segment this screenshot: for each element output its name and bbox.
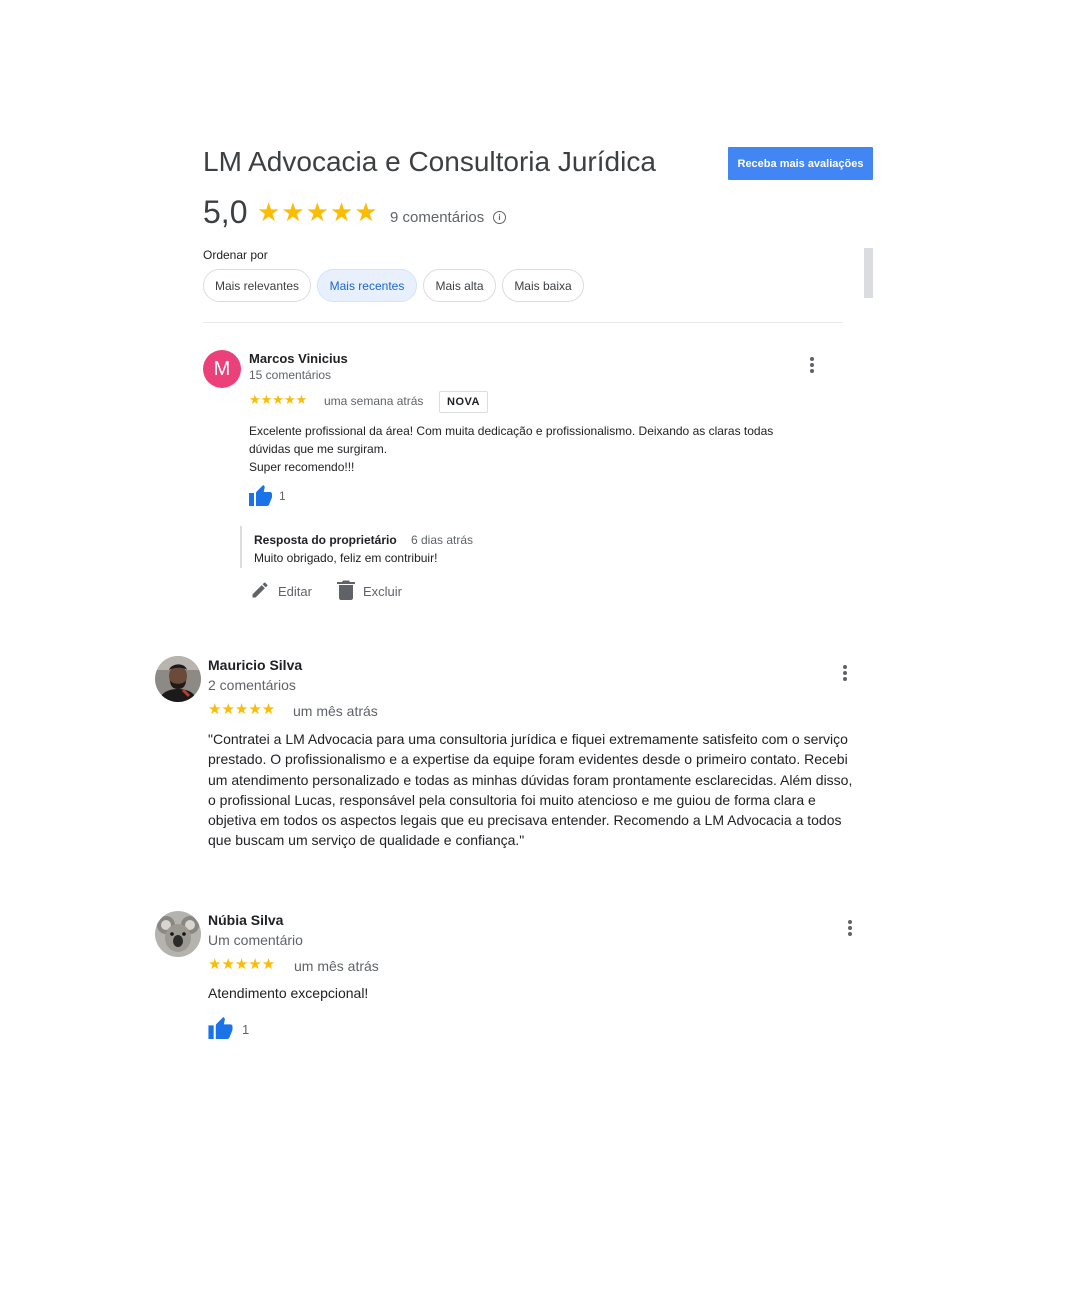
sort-label: Ordenar por (203, 248, 268, 262)
scrollbar-thumb[interactable] (864, 248, 873, 298)
avatar[interactable] (155, 911, 201, 957)
reviewer-name[interactable]: Núbia Silva (208, 912, 283, 928)
sort-chip-lowest[interactable]: Mais baixa (502, 269, 584, 302)
review-text: "Contratei a LM Advocacia para uma consu… (208, 731, 853, 849)
delete-reply-button[interactable]: Excluir (337, 580, 402, 603)
more-options-icon[interactable] (842, 665, 848, 681)
review-text: Excelente profissional da área! Com muit… (249, 424, 774, 474)
pencil-icon (250, 580, 270, 603)
owner-reply-text: Muito obrigado, feliz em contribuir! (254, 551, 438, 565)
sort-chip-most-relevant[interactable]: Mais relevantes (203, 269, 311, 302)
edit-label: Editar (278, 584, 312, 599)
edit-reply-button[interactable]: Editar (250, 580, 312, 603)
review-time: uma semana atrás (324, 394, 424, 408)
more-options-icon[interactable] (809, 357, 815, 373)
reviewer-review-count: 15 comentários (249, 368, 332, 382)
owner-reply-label: Resposta do proprietário (254, 533, 397, 547)
reviewer-review-count: 2 comentários (208, 677, 296, 693)
review-stars: ★★★★★ (208, 956, 276, 973)
thumbs-up-icon[interactable] (208, 1016, 234, 1039)
business-title: LM Advocacia e Consultoria Jurídica (203, 146, 656, 177)
like-count: 1 (279, 489, 286, 503)
avatar[interactable] (155, 656, 201, 702)
review-count[interactable]: 9 comentários (390, 209, 484, 226)
new-badge: NOVA (439, 391, 488, 413)
review-time: um mês atrás (293, 703, 378, 719)
reviewer-name[interactable]: Mauricio Silva (208, 657, 302, 673)
sort-chip-highest[interactable]: Mais alta (423, 269, 496, 302)
avatar[interactable]: M (203, 350, 241, 388)
owner-reply-time: 6 dias atrás (411, 533, 474, 547)
reviewer-review-count: Um comentário (208, 932, 303, 948)
reviewer-name[interactable]: Marcos Vinicius (249, 351, 348, 366)
trash-icon (337, 580, 355, 603)
more-options-icon[interactable] (847, 920, 853, 936)
delete-label: Excluir (363, 584, 403, 599)
info-icon[interactable]: i (493, 211, 506, 224)
sort-chip-most-recent[interactable]: Mais recentes (317, 269, 417, 302)
review-time: um mês atrás (294, 958, 379, 974)
reply-divider (240, 526, 242, 568)
thumbs-up-icon[interactable] (249, 484, 273, 506)
average-rating: 5,0 (203, 194, 248, 230)
get-more-reviews-button[interactable]: Receba mais avaliações (728, 147, 873, 180)
divider (203, 322, 843, 323)
like-count: 1 (242, 1022, 250, 1037)
review-stars: ★★★★★ (208, 701, 276, 718)
review-stars: ★★★★★ (249, 392, 308, 407)
review-text: Atendimento excepcional! (208, 985, 369, 1001)
rating-stars: ★★★★★ (257, 197, 379, 227)
